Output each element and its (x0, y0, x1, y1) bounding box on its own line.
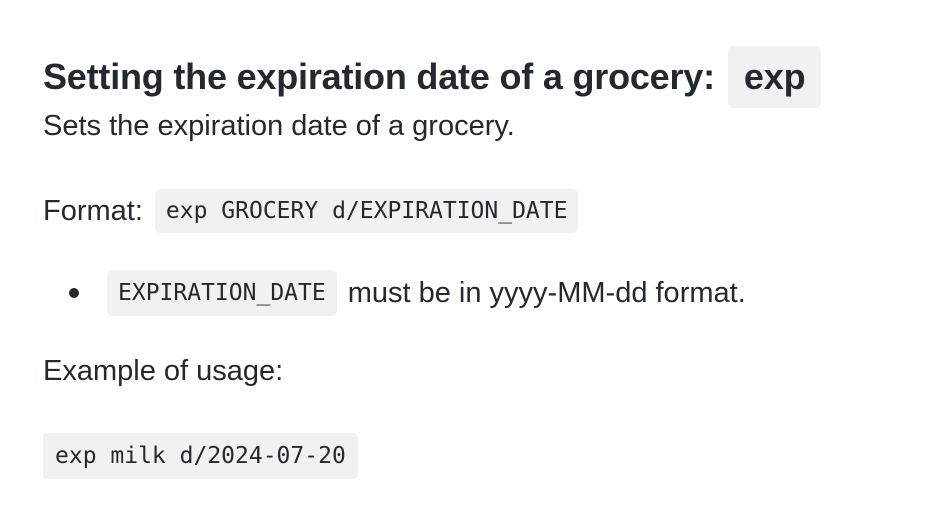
section-heading-text: Setting the expiration date of a grocery… (43, 55, 715, 97)
command-description: Sets the expiration date of a grocery. (43, 110, 515, 142)
bullet-icon (69, 288, 79, 298)
format-line: Format: exp GROCERY d/EXPIRATION_DATE (43, 189, 579, 233)
command-name-code: exp (727, 45, 822, 108)
example-label: Example of usage: (43, 355, 284, 387)
format-label: Format: (43, 194, 143, 227)
section-heading: Setting the expiration date of a grocery… (43, 45, 822, 108)
list-item: EXPIRATION_DATE must be in yyyy-MM-dd fo… (69, 270, 746, 316)
example-code-block: exp milk d/2024-07-20 (43, 433, 358, 479)
example-code: exp milk d/2024-07-20 (55, 443, 346, 469)
parameter-description: must be in yyyy-MM-dd format. (347, 276, 746, 309)
format-code: exp GROCERY d/EXPIRATION_DATE (154, 189, 579, 233)
parameter-code: EXPIRATION_DATE (107, 270, 337, 316)
